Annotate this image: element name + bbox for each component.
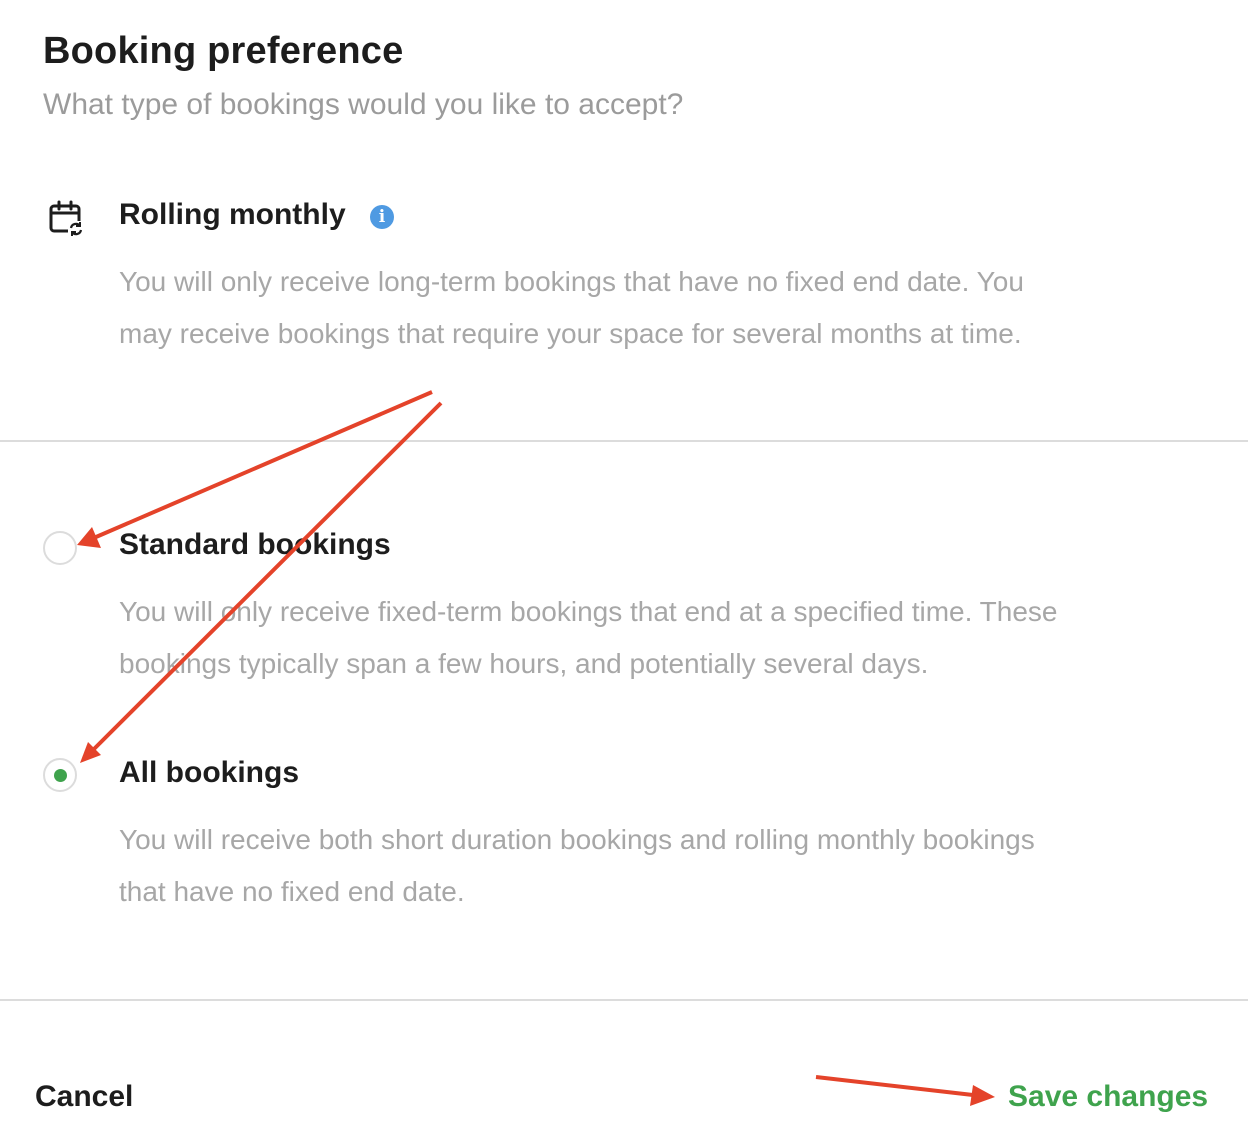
info-icon[interactable]: i	[370, 205, 394, 229]
dialog-subtitle: What type of bookings would you like to …	[43, 88, 684, 121]
dialog-title: Booking preference	[43, 30, 404, 72]
standard-bookings-description: You will only receive fixed-term booking…	[119, 586, 1058, 690]
description-line: bookings typically span a few hours, and…	[119, 648, 929, 679]
rolling-monthly-description: You will only receive long-term bookings…	[119, 256, 1024, 360]
annotation-arrows	[77, 390, 995, 1106]
footer-divider	[0, 999, 1248, 1001]
arrow-to-standard-radio	[77, 390, 433, 548]
rolling-monthly-title: Rolling monthly	[119, 198, 346, 231]
radio-selected-dot	[54, 769, 67, 782]
description-line: You will only receive fixed-term booking…	[119, 596, 1058, 627]
save-changes-button[interactable]: Save changes	[1008, 1080, 1208, 1114]
arrow-to-all-bookings-radio	[80, 401, 443, 763]
arrow-to-save-button	[815, 1075, 995, 1106]
section-divider	[0, 440, 1248, 442]
all-bookings-label[interactable]: All bookings	[119, 756, 299, 790]
radio-all-bookings[interactable]	[43, 758, 77, 792]
description-line: may receive bookings that require your s…	[119, 318, 1022, 349]
description-line: You will receive both short duration boo…	[119, 824, 1035, 855]
standard-bookings-label[interactable]: Standard bookings	[119, 528, 391, 562]
description-line: You will only receive long-term bookings…	[119, 266, 1024, 297]
all-bookings-description: You will receive both short duration boo…	[119, 814, 1035, 918]
radio-standard-bookings[interactable]	[43, 531, 77, 565]
calendar-repeat-icon	[48, 200, 86, 238]
cancel-button[interactable]: Cancel	[35, 1080, 133, 1114]
description-line: that have no fixed end date.	[119, 876, 465, 907]
